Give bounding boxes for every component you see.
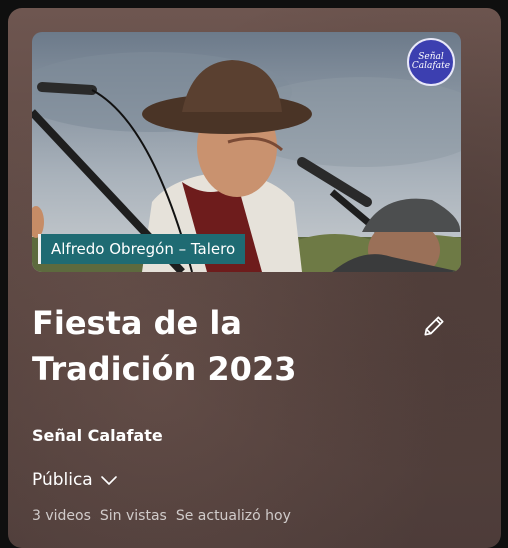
- privacy-dropdown[interactable]: Pública: [32, 468, 119, 492]
- thumbnail-caption: Alfredo Obregón – Talero: [38, 234, 246, 264]
- chevron-down-icon: [100, 476, 117, 485]
- playlist-thumbnail[interactable]: Señal Calafate Alfredo Obregón – Talero: [32, 32, 461, 272]
- channel-name-link[interactable]: Señal Calafate: [32, 426, 163, 446]
- channel-logo-icon: Señal Calafate: [407, 38, 455, 86]
- view-count: Sin vistas: [99, 508, 167, 524]
- edit-title-button[interactable]: [416, 308, 452, 344]
- playlist-stats: 3 videos Sin vistas Se actualizó hoy: [32, 506, 291, 526]
- pencil-icon: [424, 316, 444, 336]
- privacy-label: Pública: [32, 470, 93, 490]
- playlist-title: Fiesta de la Tradición 2023: [32, 304, 297, 388]
- video-count: 3 videos: [32, 508, 91, 524]
- last-updated: Se actualizó hoy: [175, 508, 291, 524]
